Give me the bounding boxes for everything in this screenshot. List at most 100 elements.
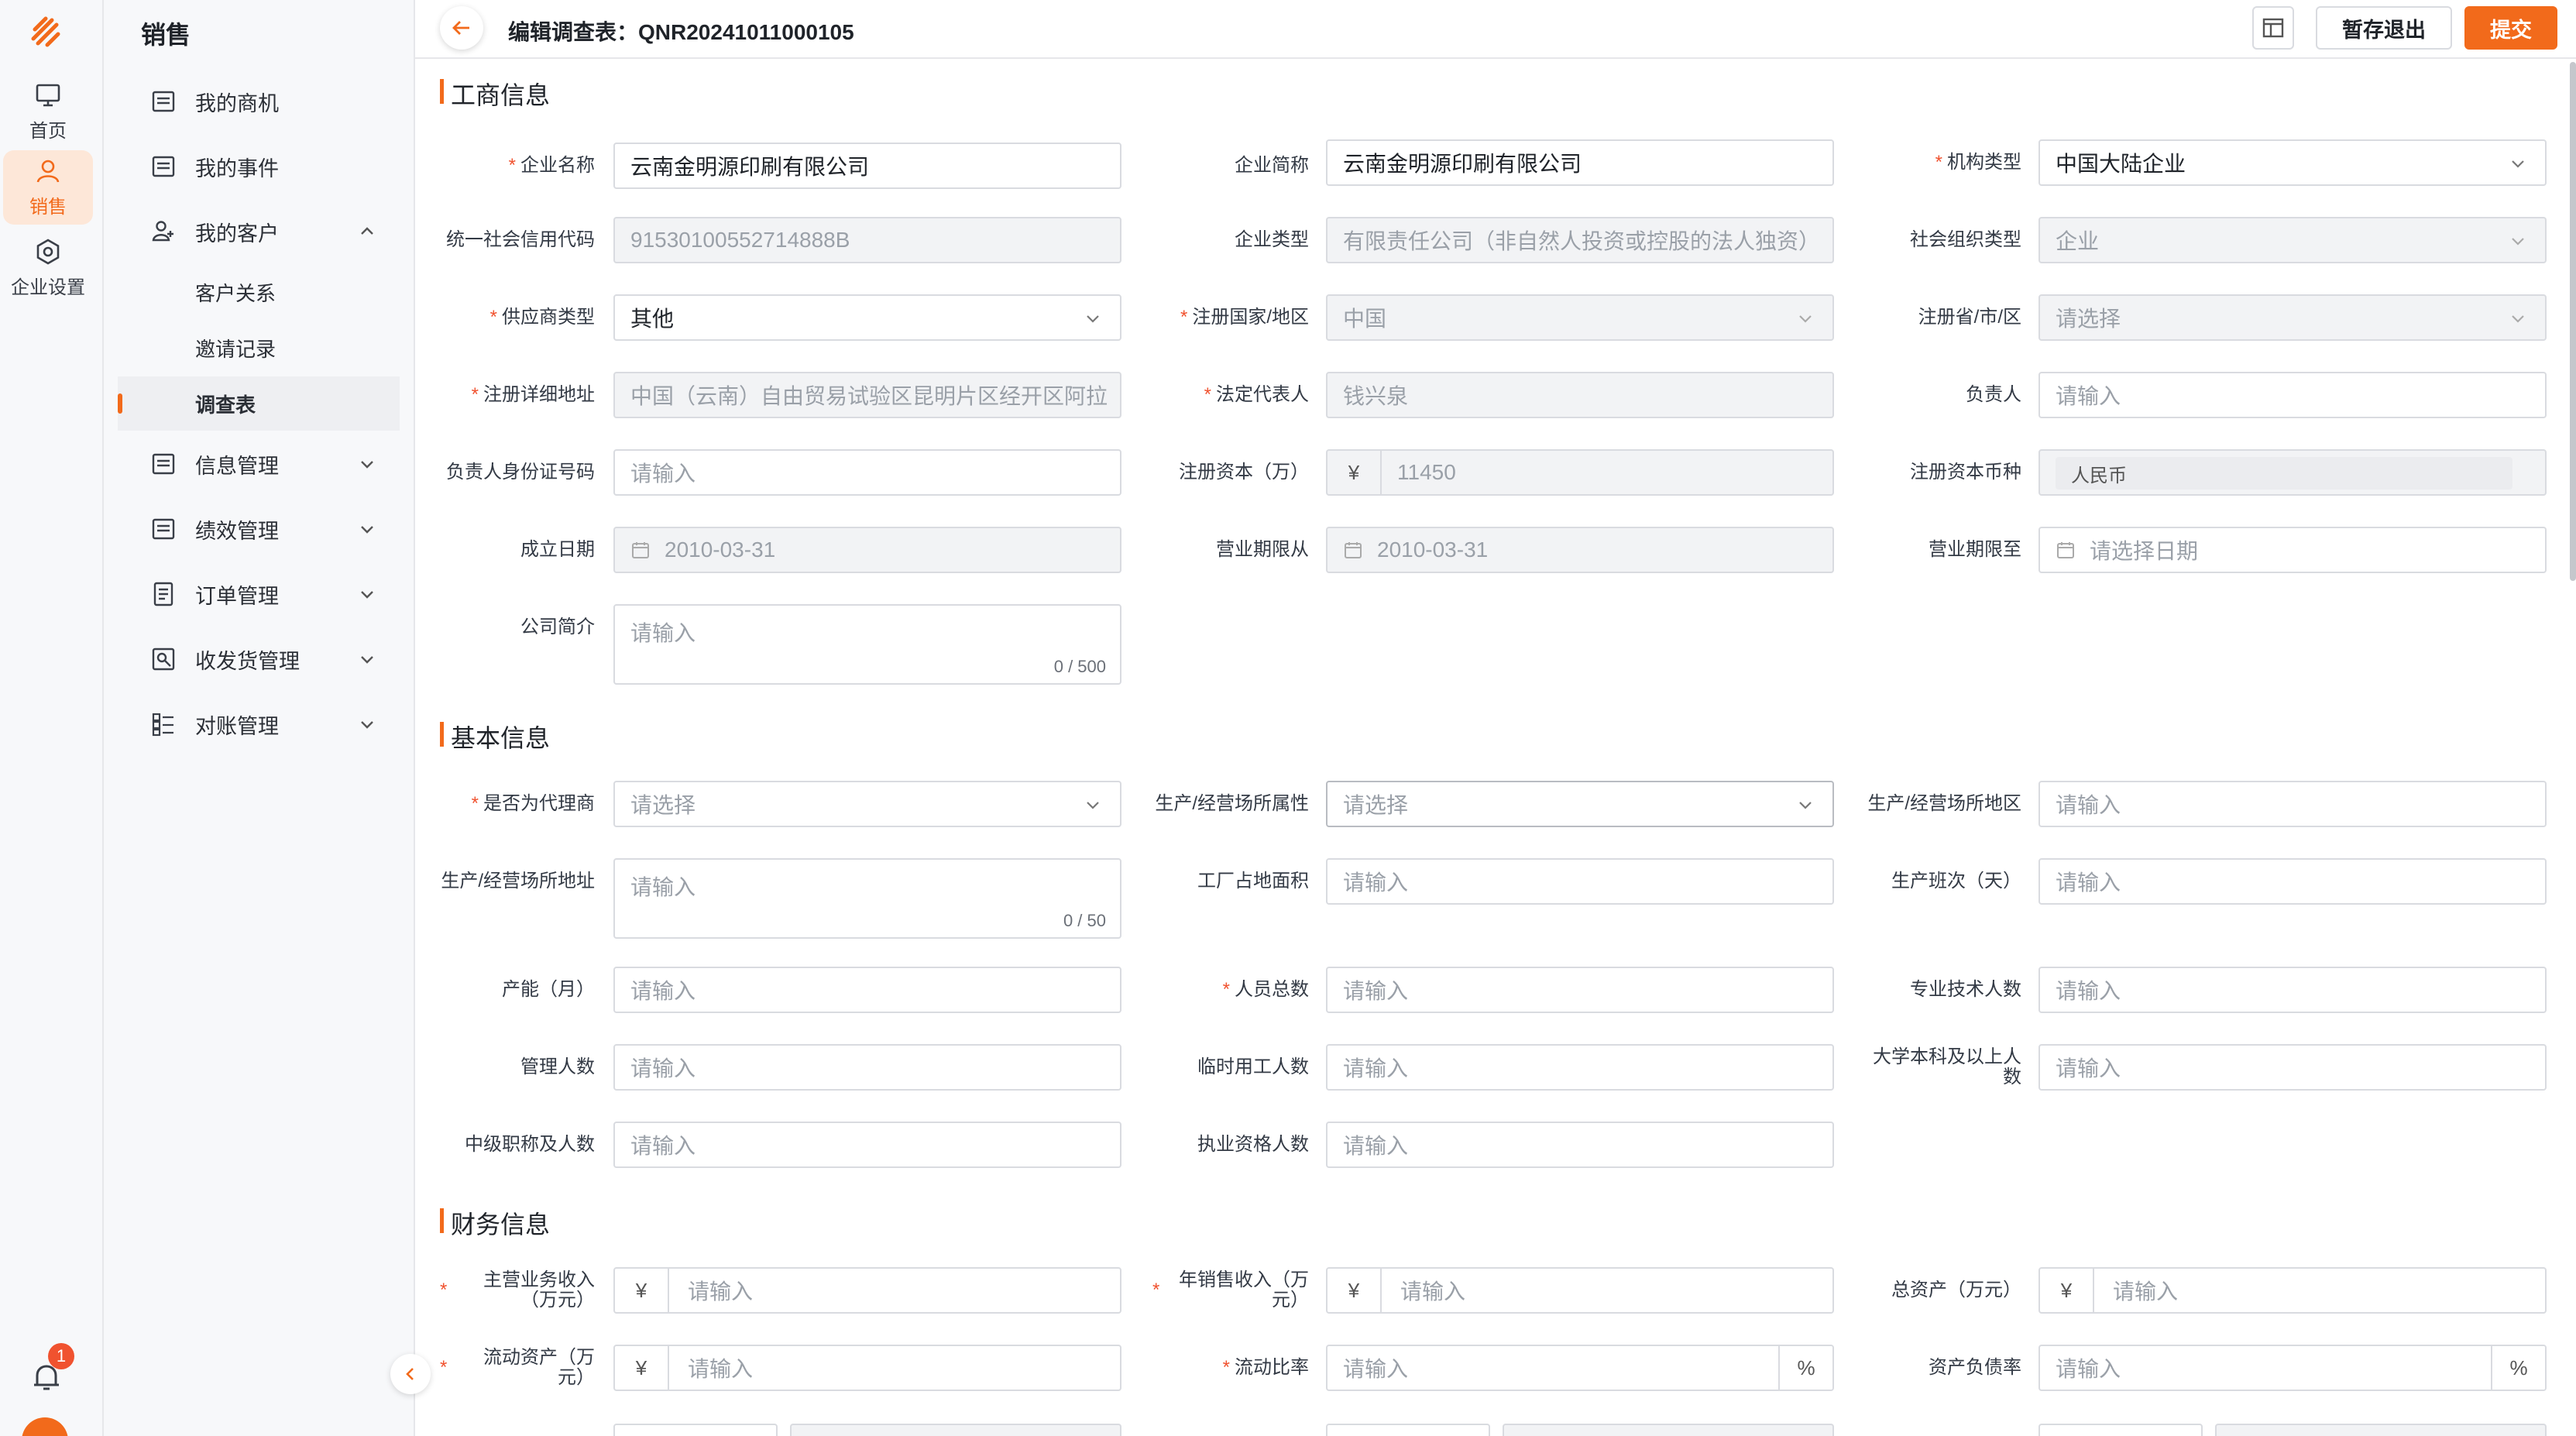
tech-staff-input[interactable]: 请输入 xyxy=(2038,967,2547,1013)
field-label-current-ratio: * 流动比率 xyxy=(1222,1357,1309,1378)
field-label-mid-title: 中级职称及人数 xyxy=(465,1134,595,1155)
submit-button[interactable]: 提交 xyxy=(2464,6,2557,50)
rail-sales[interactable]: 销售 xyxy=(3,150,93,225)
chevron-up-icon xyxy=(361,227,373,235)
org-type-select[interactable]: 中国大陆企业 xyxy=(2038,139,2547,186)
sidebar-item-events[interactable]: 我的事件 xyxy=(118,139,400,194)
sidebar-item-performance[interactable]: 绩效管理 xyxy=(118,502,400,556)
sidebar-subitem-label: 调查表 xyxy=(195,393,256,417)
field-label-debt-ratio: 资产负债率 xyxy=(1929,1357,2021,1378)
company-name-input[interactable]: 云南金明源印刷有限公司 xyxy=(613,143,1121,189)
sidebar-item-label: 我的事件 xyxy=(195,156,279,180)
currency-prefix: ¥ xyxy=(1327,451,1382,494)
partial-field[interactable] xyxy=(1326,1424,1490,1436)
page-header: 编辑调查表：QNR20241011000105 暂存退出 提交 xyxy=(415,0,2576,59)
field-label-reg-currency: 注册资本币种 xyxy=(1910,462,2021,483)
app-logo[interactable] xyxy=(26,12,64,51)
sidebar-item-label: 订单管理 xyxy=(195,584,279,608)
partial-field[interactable] xyxy=(613,1424,778,1436)
supplier-type-select[interactable]: 其他 xyxy=(613,294,1121,341)
sidebar-subitem-customer-relations[interactable]: 客户关系 xyxy=(118,265,400,319)
main-revenue-input[interactable]: ¥ 请输入 xyxy=(613,1267,1121,1314)
field-label-site-area: 生产/经营场所地区 xyxy=(1867,793,2021,814)
currency-tag: 人民币 xyxy=(2056,457,2512,490)
field-label-main-revenue: * 主营业务收入（万元） xyxy=(440,1269,595,1311)
reg-capital-input: ¥11450 xyxy=(1326,449,1834,496)
staff-total-input[interactable]: 请输入 xyxy=(1326,967,1834,1013)
sidebar-item-label: 绩效管理 xyxy=(195,519,279,543)
back-button[interactable] xyxy=(440,6,483,50)
arrow-left-icon xyxy=(452,21,469,35)
site-attr-select[interactable]: 请选择 xyxy=(1326,781,1834,827)
image-search-icon xyxy=(152,648,175,671)
layout-icon xyxy=(2262,18,2284,38)
chevron-down-icon xyxy=(361,526,373,534)
biz-to-date-picker[interactable]: 请选择日期 xyxy=(2038,527,2547,573)
mgmt-staff-input[interactable]: 请输入 xyxy=(613,1044,1121,1091)
scrollbar[interactable] xyxy=(2570,62,2576,581)
char-counter: 0 / 50 xyxy=(1063,911,1106,930)
site-area-input[interactable]: 请输入 xyxy=(2038,781,2547,827)
app-rail: 首页 销售 企业设置 1 xyxy=(0,0,104,1436)
calendar-icon xyxy=(1345,542,1362,558)
current-assets-input[interactable]: ¥ 请输入 xyxy=(613,1345,1121,1391)
collapse-sidebar-button[interactable] xyxy=(390,1354,431,1394)
univ-staff-input[interactable]: 请输入 xyxy=(2038,1044,2547,1091)
current-ratio-input[interactable]: 请输入% xyxy=(1326,1345,1834,1391)
mid-title-input[interactable]: 请输入 xyxy=(613,1122,1121,1168)
section-title-basic: 基本信息 xyxy=(440,719,550,754)
legal-rep-input: 钱兴泉 xyxy=(1326,372,1834,418)
field-label-annual-sales: * 年销售收入（万元） xyxy=(1152,1269,1309,1311)
partial-field[interactable] xyxy=(2038,1424,2203,1436)
factory-area-input[interactable]: 请输入 xyxy=(1326,858,1834,905)
reg-province-select: 请选择 xyxy=(2038,294,2547,341)
capacity-input[interactable]: 请输入 xyxy=(613,967,1121,1013)
partial-field xyxy=(790,1424,1121,1436)
notification-badge: 1 xyxy=(48,1343,74,1369)
person-in-charge-input[interactable]: 请输入 xyxy=(2038,372,2547,418)
sidebar-item-orders[interactable]: 订单管理 xyxy=(118,567,400,621)
sidebar-item-opportunities[interactable]: 我的商机 xyxy=(118,74,400,129)
calendar-icon xyxy=(2057,542,2074,558)
qualified-input[interactable]: 请输入 xyxy=(1326,1122,1834,1168)
field-label-current-assets: * 流动资产（万元） xyxy=(440,1347,595,1388)
field-label-company-name: * 企业名称 xyxy=(508,155,595,176)
sidebar-subitem-invite-records[interactable]: 邀请记录 xyxy=(118,321,400,375)
annual-sales-input[interactable]: ¥ 请输入 xyxy=(1326,1267,1834,1314)
field-label-capacity: 产能（月） xyxy=(502,979,595,1000)
field-label-legal-rep: * 法定代表人 xyxy=(1204,384,1309,405)
chevron-down-icon xyxy=(1799,315,1812,323)
intro-textarea[interactable]: 请输入 0 / 500 xyxy=(613,604,1121,685)
established-date-picker: 2010-03-31 xyxy=(613,527,1121,573)
chevron-down-icon xyxy=(1087,315,1099,323)
field-label-total-assets: 总资产（万元） xyxy=(1891,1280,2021,1300)
partial-field xyxy=(1503,1424,1834,1436)
is-agent-select[interactable]: 请选择 xyxy=(613,781,1121,827)
site-address-textarea[interactable]: 请输入 0 / 50 xyxy=(613,858,1121,939)
sidebar-subitem-questionnaire[interactable]: 调查表 xyxy=(118,376,400,431)
company-short-input[interactable]: 云南金明源印刷有限公司 xyxy=(1326,139,1834,186)
sidebar-item-customers[interactable]: 我的客户 xyxy=(118,204,400,259)
total-assets-input[interactable]: ¥ 请输入 xyxy=(2038,1267,2547,1314)
social-org-type-select: 企业 xyxy=(2038,217,2547,263)
sidebar-item-shipping[interactable]: 收发货管理 xyxy=(118,632,400,686)
sidebar-item-info-management[interactable]: 信息管理 xyxy=(118,437,400,491)
temp-staff-input[interactable]: 请输入 xyxy=(1326,1044,1834,1091)
field-label-shifts: 生产班次（天） xyxy=(1891,871,2021,891)
sidebar-item-label: 我的商机 xyxy=(195,91,279,115)
percent-suffix: % xyxy=(1778,1346,1832,1390)
pic-id-input[interactable]: 请输入 xyxy=(613,449,1121,496)
shifts-input[interactable]: 请输入 xyxy=(2038,858,2547,905)
avatar[interactable] xyxy=(22,1417,68,1436)
field-label-company-short: 企业简称 xyxy=(1235,155,1309,176)
rail-home[interactable]: 首页 xyxy=(3,74,93,149)
calendar-icon xyxy=(632,542,649,558)
field-label-univ-staff: 大学本科及以上人数 xyxy=(1873,1046,2021,1087)
credit-code-input: 91530100552714888B xyxy=(613,217,1121,263)
sidebar-item-reconciliation[interactable]: 对账管理 xyxy=(118,697,400,751)
debt-ratio-input[interactable]: 请输入% xyxy=(2038,1345,2547,1391)
layout-toggle-button[interactable] xyxy=(2252,6,2294,50)
rail-enterprise-settings[interactable]: 企业设置 xyxy=(3,231,93,305)
save-draft-exit-button[interactable]: 暂存退出 xyxy=(2316,6,2452,50)
rail-home-label: 首页 xyxy=(29,120,67,142)
